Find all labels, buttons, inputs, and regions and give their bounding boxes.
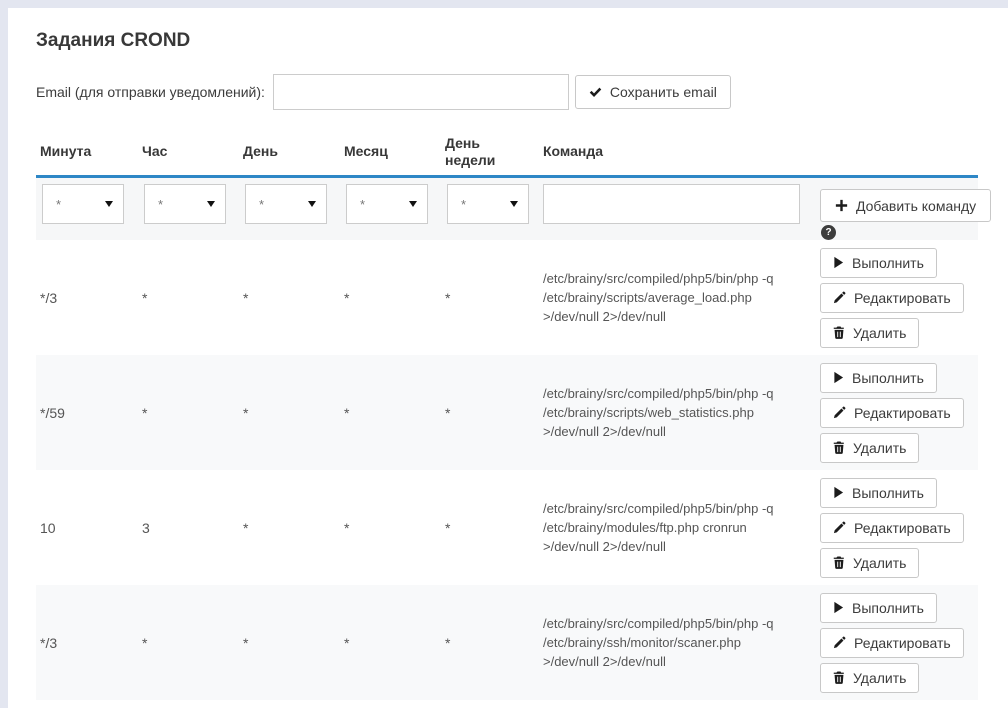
caret-down-icon <box>409 201 417 207</box>
minute-value: */59 <box>40 405 142 421</box>
save-email-label: Сохранить email <box>610 84 717 100</box>
header-weekday: День недели <box>445 135 543 169</box>
row-actions: Выполнить Редактировать Удалить <box>810 356 978 470</box>
minute-value: */3 <box>40 290 142 306</box>
command-text: /etc/brainy/src/compiled/php5/bin/php -q… <box>543 499 810 556</box>
month-value: * <box>344 635 445 651</box>
cron-row: */59 * * * * /etc/brainy/src/compiled/ph… <box>36 355 978 470</box>
header-month: Месяц <box>344 143 445 160</box>
email-input[interactable] <box>273 74 569 110</box>
delete-button[interactable]: Удалить <box>820 663 919 693</box>
pencil-icon <box>833 406 846 419</box>
play-icon <box>833 601 844 614</box>
month-value: * <box>344 520 445 536</box>
day-select[interactable]: * <box>245 184 327 224</box>
day-value: * <box>243 635 344 651</box>
edit-button[interactable]: Редактировать <box>820 283 964 313</box>
trash-icon <box>833 556 845 569</box>
play-icon <box>833 256 844 269</box>
row-actions: Выполнить Редактировать Удалить <box>810 241 978 355</box>
help-icon[interactable]: ? <box>821 225 836 240</box>
trash-icon <box>833 441 845 454</box>
minute-select[interactable]: * <box>42 184 124 224</box>
content-panel: Задания CROND Email (для отправки уведом… <box>8 8 1008 708</box>
caret-down-icon <box>308 201 316 207</box>
email-form: Email (для отправки уведомлений): Сохран… <box>36 74 986 110</box>
caret-down-icon <box>510 201 518 207</box>
add-command-button[interactable]: Добавить команду <box>820 189 991 222</box>
pencil-icon <box>833 521 846 534</box>
play-icon <box>833 371 844 384</box>
play-icon <box>833 486 844 499</box>
edit-button[interactable]: Редактировать <box>820 513 964 543</box>
hour-select[interactable]: * <box>144 184 226 224</box>
edit-button[interactable]: Редактировать <box>820 398 964 428</box>
day-value: * <box>243 405 344 421</box>
day-value: * <box>243 520 344 536</box>
pencil-icon <box>833 636 846 649</box>
hour-value: * <box>142 405 243 421</box>
caret-down-icon <box>207 201 215 207</box>
table-header-row: Минута Час День Месяц День недели Команд… <box>36 128 978 178</box>
page-title: Задания CROND <box>36 30 986 52</box>
minute-value: 10 <box>40 520 142 536</box>
plus-icon <box>835 199 848 212</box>
pencil-icon <box>833 291 846 304</box>
delete-button[interactable]: Удалить <box>820 433 919 463</box>
cron-row: */3 * * * * /etc/brainy/src/compiled/php… <box>36 240 978 355</box>
hour-value: 3 <box>142 520 243 536</box>
day-value: * <box>243 290 344 306</box>
email-label: Email (для отправки уведомлений): <box>36 84 265 100</box>
command-text: /etc/brainy/src/compiled/php5/bin/php -q… <box>543 614 810 671</box>
weekday-value: * <box>445 520 543 536</box>
caret-down-icon <box>105 201 113 207</box>
run-button[interactable]: Выполнить <box>820 363 937 393</box>
save-email-button[interactable]: Сохранить email <box>575 75 731 109</box>
trash-icon <box>833 671 845 684</box>
delete-button[interactable]: Удалить <box>820 318 919 348</box>
check-icon <box>589 87 602 98</box>
run-button[interactable]: Выполнить <box>820 478 937 508</box>
cron-table: Минута Час День Месяц День недели Команд… <box>36 128 978 700</box>
command-input[interactable] <box>543 184 800 224</box>
run-button[interactable]: Выполнить <box>820 248 937 278</box>
weekday-value: * <box>445 290 543 306</box>
header-minute: Минута <box>40 143 142 160</box>
run-button[interactable]: Выполнить <box>820 593 937 623</box>
row-actions: Выполнить Редактировать Удалить <box>810 471 978 585</box>
header-day: День <box>243 143 344 160</box>
cron-row: */3 * * * * /etc/brainy/src/compiled/php… <box>36 585 978 700</box>
month-value: * <box>344 290 445 306</box>
month-value: * <box>344 405 445 421</box>
edit-button[interactable]: Редактировать <box>820 628 964 658</box>
header-hour: Час <box>142 143 243 160</box>
weekday-value: * <box>445 405 543 421</box>
weekday-select[interactable]: * <box>447 184 529 224</box>
header-command: Команда <box>543 143 810 160</box>
command-text: /etc/brainy/src/compiled/php5/bin/php -q… <box>543 269 810 326</box>
add-command-label: Добавить команду <box>856 198 976 214</box>
delete-button[interactable]: Удалить <box>820 548 919 578</box>
add-command-row: * * * * * <box>36 178 978 240</box>
month-select[interactable]: * <box>346 184 428 224</box>
row-actions: Выполнить Редактировать Удалить <box>810 586 978 700</box>
minute-value: */3 <box>40 635 142 651</box>
command-text: /etc/brainy/src/compiled/php5/bin/php -q… <box>543 384 810 441</box>
cron-row: 10 3 * * * /etc/brainy/src/compiled/php5… <box>36 470 978 585</box>
hour-value: * <box>142 635 243 651</box>
trash-icon <box>833 326 845 339</box>
weekday-value: * <box>445 635 543 651</box>
hour-value: * <box>142 290 243 306</box>
